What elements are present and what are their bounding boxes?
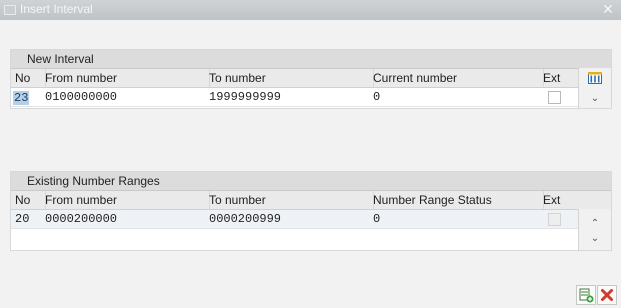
table-side-panel: ⌄ bbox=[578, 68, 611, 108]
to-number-field[interactable]: 1999999999 bbox=[209, 88, 369, 106]
chevron-up-icon[interactable]: ⌃ bbox=[589, 219, 601, 229]
new-interval-section: New Interval No From number To number Cu… bbox=[10, 49, 612, 109]
row-no-cell[interactable]: 23 bbox=[13, 91, 30, 105]
column-header-from-number[interactable]: From number bbox=[41, 191, 210, 209]
column-header-to-number[interactable]: To number bbox=[205, 69, 374, 87]
chevron-down-icon[interactable]: ⌄ bbox=[589, 234, 601, 244]
number-range-status-cell: 0 bbox=[373, 212, 381, 226]
from-number-field[interactable]: 0100000000 bbox=[45, 88, 205, 106]
column-header-ext[interactable]: Ext bbox=[539, 191, 577, 209]
ext-checkbox bbox=[548, 213, 561, 226]
column-header-to-number[interactable]: To number bbox=[205, 191, 374, 209]
column-header-from-number[interactable]: From number bbox=[41, 69, 210, 87]
new-interval-title: New Interval bbox=[11, 50, 611, 69]
from-number-cell: 0000200000 bbox=[45, 212, 118, 226]
cancel-icon bbox=[601, 289, 613, 301]
table-scrollbar[interactable]: ⌃ ⌄ bbox=[578, 209, 611, 250]
window-title: Insert Interval bbox=[20, 2, 93, 16]
column-header-current-number[interactable]: Current number bbox=[369, 69, 544, 87]
title-bar: Insert Interval ✕ bbox=[0, 0, 621, 20]
close-icon[interactable]: ✕ bbox=[601, 1, 615, 17]
confirm-button[interactable] bbox=[576, 285, 596, 305]
column-header-number-range-status[interactable]: Number Range Status bbox=[369, 191, 544, 209]
table-row bbox=[11, 229, 611, 247]
insert-row-icon bbox=[579, 288, 594, 303]
column-selection-icon[interactable] bbox=[588, 72, 602, 84]
current-number-field[interactable]: 0 bbox=[373, 88, 539, 106]
existing-header-row: No From number To number Number Range St… bbox=[11, 191, 611, 210]
table-row[interactable]: 20 0000200000 0000200999 0 bbox=[11, 210, 611, 229]
chevron-down-icon[interactable]: ⌄ bbox=[589, 94, 601, 104]
new-interval-header-row: No From number To number Current number … bbox=[11, 69, 611, 88]
to-number-cell: 0000200999 bbox=[209, 212, 282, 226]
ext-checkbox[interactable] bbox=[548, 91, 561, 104]
table-row[interactable]: 23 0100000000 1999999999 0 bbox=[11, 88, 611, 107]
window-icon bbox=[4, 5, 16, 15]
row-no-cell: 20 bbox=[15, 212, 30, 226]
cancel-button[interactable] bbox=[597, 285, 617, 305]
column-header-ext[interactable]: Ext bbox=[539, 69, 577, 87]
existing-ranges-section: Existing Number Ranges No From number To… bbox=[10, 171, 612, 251]
existing-ranges-title: Existing Number Ranges bbox=[11, 172, 611, 191]
